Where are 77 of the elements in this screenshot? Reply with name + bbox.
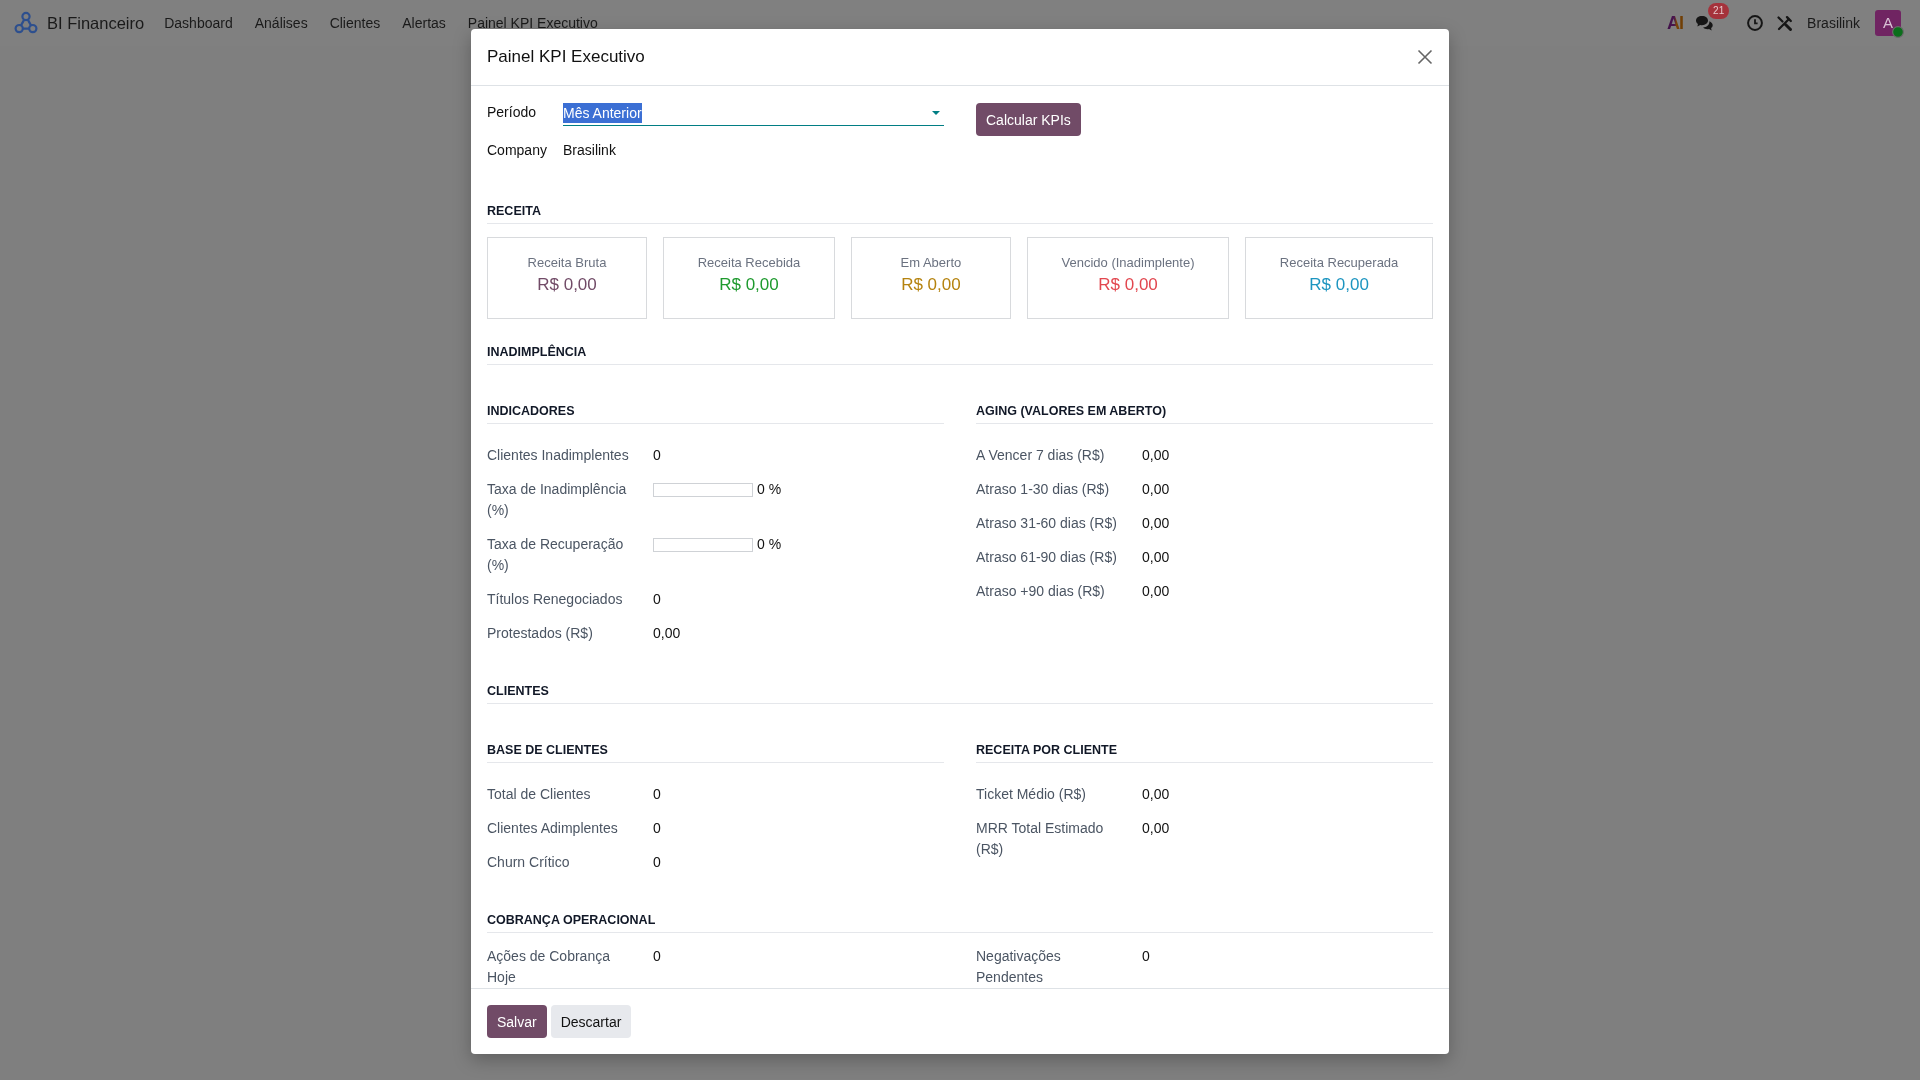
- kpi-value: R$ 0,00: [1098, 274, 1158, 296]
- kpi-value: R$ 0,00: [537, 274, 597, 296]
- section-heading: RECEITA: [487, 201, 1433, 224]
- clock-icon[interactable]: [1747, 15, 1764, 31]
- ai-button[interactable]: AI: [1667, 14, 1684, 32]
- menu-item[interactable]: Painel KPI Executivo: [456, 15, 609, 31]
- field-label: Atraso +90 dias (R$): [976, 582, 1106, 601]
- company-name[interactable]: Brasilink: [1807, 15, 1860, 31]
- group-heading: BASE DE CLIENTES: [487, 740, 944, 763]
- kpi-value: R$ 0,00: [719, 274, 779, 296]
- kpi-label: Receita Recebida: [697, 254, 801, 272]
- kpi-label: Vencido (Inadimplente): [1061, 254, 1195, 272]
- field-value: 0,00: [1142, 446, 1171, 465]
- menu-item[interactable]: Clientes: [318, 15, 392, 31]
- app-name[interactable]: BI Financeiro: [47, 13, 145, 33]
- field-label: Ações de Cobrança Hoje: [487, 947, 611, 987]
- kpi-value: R$ 0,00: [901, 274, 961, 296]
- kpi-value: R$ 0,00: [1309, 274, 1369, 296]
- field-value: 0,00: [1142, 480, 1171, 499]
- calculate-button[interactable]: Calcular KPIs: [976, 103, 1081, 136]
- kpi-label: Receita Recuperada: [1279, 254, 1399, 272]
- chat-bubbles-icon[interactable]: [1695, 15, 1714, 31]
- field-label: Company: [487, 141, 548, 160]
- field-label: Negativações Pendentes: [976, 947, 1062, 987]
- group-heading: INDICADORES: [487, 401, 944, 424]
- menu-item[interactable]: Alertas: [391, 15, 457, 31]
- group-heading: RECEITA POR CLIENTE: [976, 740, 1433, 763]
- menu-item[interactable]: Análises: [243, 15, 319, 31]
- field-label: Taxa de Inadimplência (%): [487, 480, 628, 520]
- field-label: Período: [487, 103, 538, 122]
- field-label: Taxa de Recuperação (%): [487, 535, 625, 575]
- field-label: Clientes Adimplentes: [487, 819, 619, 838]
- field-value: 0: [653, 819, 662, 838]
- message-count-badge: 21: [1708, 3, 1730, 19]
- field-value: 0: [653, 590, 662, 609]
- selected-text: Mês Anterior: [563, 102, 642, 123]
- field-label: Total de Clientes: [487, 785, 592, 804]
- field-label: MRR Total Estimado (R$): [976, 819, 1105, 859]
- section-heading: COBRANÇA OPERACIONAL: [487, 910, 1433, 933]
- caret-icon[interactable]: [932, 110, 940, 115]
- field-value: Brasilink: [563, 141, 617, 160]
- group-heading: AGING (VALORES EM ABERTO): [976, 401, 1433, 424]
- nodes-logo-icon[interactable]: [14, 11, 38, 35]
- field-value: 0,00: [1142, 785, 1171, 804]
- primary-button[interactable]: Salvar: [487, 1005, 547, 1038]
- field-value: 0: [653, 785, 662, 804]
- field-label: Protestados (R$): [487, 624, 594, 643]
- kpi-label: Receita Bruta: [527, 254, 607, 272]
- field-label: Ticket Médio (R$): [976, 785, 1087, 804]
- menu-item[interactable]: Dashboard: [153, 15, 244, 31]
- progress-reading: 0 %: [757, 480, 782, 499]
- field-label: Atraso 1-30 dias (R$): [976, 480, 1111, 499]
- field-value: 0,00: [1142, 514, 1171, 533]
- field-label: Clientes Inadimplentes: [487, 446, 630, 465]
- field-value: 0,00: [1142, 582, 1171, 601]
- field-value: 0: [653, 446, 662, 465]
- section-heading: INADIMPLÊNCIA: [487, 342, 1433, 365]
- progress-reading: 0 %: [757, 535, 782, 554]
- user-avatar[interactable]: A: [1875, 10, 1901, 36]
- kpi-label: Em Aberto: [900, 254, 962, 272]
- tools-icon[interactable]: [1776, 14, 1794, 32]
- field-value: 0,00: [1142, 548, 1171, 567]
- field-value: 0: [653, 947, 662, 966]
- dialog-title: Painel KPI Executivo: [487, 47, 645, 67]
- field-label: Títulos Renegociados: [487, 590, 624, 609]
- field-label: Atraso 31-60 dias (R$): [976, 514, 1118, 533]
- field-value: 0: [653, 853, 662, 872]
- section-heading: CLIENTES: [487, 681, 1433, 704]
- field-label: A Vencer 7 dias (R$): [976, 446, 1106, 465]
- field-value: 0: [1142, 947, 1151, 966]
- select-field[interactable]: Mês Anterior: [563, 98, 944, 126]
- field-value: 0,00: [1142, 819, 1171, 838]
- secondary-button[interactable]: Descartar: [550, 1005, 632, 1038]
- field-label: Atraso 61-90 dias (R$): [976, 548, 1118, 567]
- field-label: Churn Crítico: [487, 853, 571, 872]
- close-icon[interactable]: [1417, 49, 1433, 65]
- field-value: 0,00: [653, 624, 682, 643]
